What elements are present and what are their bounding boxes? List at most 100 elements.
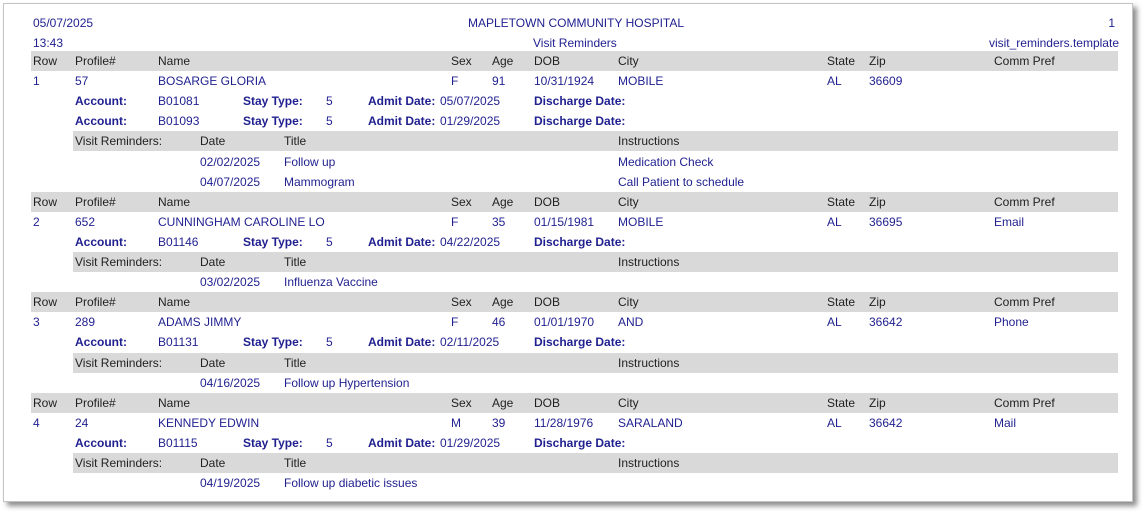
patient-zip: 36695 (869, 214, 903, 229)
reminder-title: Follow up diabetic issues (284, 476, 418, 491)
column-header-band (31, 292, 1118, 313)
col-header-profile: Profile# (75, 395, 116, 410)
patient-dob: 01/15/1981 (534, 214, 595, 229)
page-number: 1 (1108, 16, 1115, 30)
patient-name: BOSARGE GLORIA (158, 74, 267, 89)
stay-type-label: Stay Type: (243, 335, 303, 350)
admit-date-value: 02/11/2025 (440, 335, 500, 350)
col-header-zip: Zip (869, 395, 886, 410)
column-header-band (31, 51, 1118, 71)
col-header-dob: DOB (534, 395, 561, 410)
column-header-band (31, 392, 1118, 413)
discharge-date-label: Discharge Date: (534, 94, 626, 109)
report-date: 05/07/2025 (33, 16, 94, 30)
discharge-date-label: Discharge Date: (534, 335, 626, 350)
patient-sex: F (451, 74, 459, 89)
patient-age: 46 (492, 315, 506, 330)
stay-type-value: 5 (326, 335, 333, 350)
col-header-comm-pref: Comm Pref (994, 194, 1055, 209)
patient-dob: 10/31/1924 (534, 74, 595, 89)
patient-row-number: 4 (33, 415, 40, 430)
col-header-city: City (618, 194, 639, 209)
patient-profile: 57 (75, 74, 89, 89)
patient-name: KENNEDY EDWIN (158, 415, 260, 430)
col-header-state: State (827, 395, 856, 410)
col-header-name: Name (158, 54, 191, 68)
patient-row-number: 3 (33, 315, 40, 330)
reminder-date-header: Date (200, 255, 226, 269)
col-header-zip: Zip (869, 54, 886, 68)
patient-name: ADAMS JIMMY (158, 315, 242, 330)
patient-name: CUNNINGHAM CAROLINE LO (158, 214, 325, 229)
patient-dob: 01/01/1970 (534, 315, 595, 330)
reminder-date-header: Date (200, 134, 226, 149)
col-header-comm-pref: Comm Pref (994, 54, 1055, 68)
patient-city: MOBILE (618, 74, 664, 89)
col-header-dob: DOB (534, 54, 561, 68)
reminder-title-header: Title (284, 355, 307, 370)
reminder-date: 02/02/2025 (200, 154, 261, 169)
account-label: Account: (75, 335, 127, 350)
discharge-date-label: Discharge Date: (534, 234, 626, 249)
admit-date-value: 01/29/2025 (440, 435, 501, 450)
patient-city: MOBILE (618, 214, 664, 229)
reminder-title-header: Title (284, 456, 307, 470)
patient-sex: F (451, 214, 459, 229)
patient-profile: 24 (75, 415, 89, 430)
template-name: visit_reminders.template (988, 36, 1119, 50)
reminder-title: Follow up (284, 154, 336, 169)
reminder-title-header: Title (284, 255, 307, 269)
col-header-name: Name (158, 295, 191, 310)
admit-date-label: Admit Date: (368, 234, 436, 249)
col-header-profile: Profile# (75, 295, 116, 310)
patient-row-number: 1 (33, 74, 40, 89)
col-header-row: Row (33, 295, 58, 310)
hospital-name: MAPLETOWN COMMUNITY HOSPITAL (468, 16, 685, 30)
patient-profile: 652 (75, 214, 96, 229)
reminder-instructions: Call Patient to schedule (618, 174, 745, 189)
admit-date-value: 04/22/2025 (440, 234, 501, 249)
patient-profile: 289 (75, 315, 96, 330)
col-header-age: Age (492, 194, 514, 209)
stay-type-value: 5 (326, 114, 333, 129)
reminder-date-header: Date (200, 456, 226, 470)
reminder-date: 04/16/2025 (200, 375, 261, 390)
reminder-instr-header: Instructions (618, 134, 680, 149)
col-header-city: City (618, 295, 639, 310)
stay-type-value: 5 (326, 435, 333, 450)
report-sheet: 05/07/2025 13:43 MAPLETOWN COMMUNITY HOS… (3, 3, 1133, 502)
account-label: Account: (75, 114, 127, 129)
admit-date-value: 01/29/2025 (440, 114, 501, 129)
col-header-profile: Profile# (75, 194, 116, 209)
reminder-title: Mammogram (284, 174, 355, 189)
col-header-dob: DOB (534, 194, 561, 209)
account-number: B01115 (158, 435, 198, 450)
reminder-date: 04/19/2025 (200, 476, 261, 491)
col-header-name: Name (158, 194, 191, 209)
patient-sex: F (451, 315, 459, 330)
patient-comm-pref: Phone (994, 315, 1029, 330)
account-number: B01093 (158, 114, 200, 129)
visit-reminders-label: Visit Reminders: (75, 355, 163, 370)
reminder-title: Follow up Hypertension (284, 375, 410, 390)
reminder-instr-header: Instructions (618, 456, 680, 470)
col-header-name: Name (158, 395, 191, 410)
account-number: B01081 (158, 94, 200, 109)
patient-comm-pref: Email (994, 214, 1025, 229)
reminder-date-header: Date (200, 355, 226, 370)
patient-sex: M (451, 415, 461, 430)
visit-reminders-label: Visit Reminders: (75, 456, 163, 470)
col-header-state: State (827, 194, 856, 209)
patient-zip: 36642 (869, 315, 903, 330)
admit-date-label: Admit Date: (368, 94, 436, 109)
patient-state: AL (827, 315, 842, 330)
stay-type-label: Stay Type: (243, 435, 303, 450)
col-header-age: Age (492, 295, 514, 310)
patient-dob: 11/28/1976 (534, 415, 594, 430)
discharge-date-label: Discharge Date: (534, 435, 626, 450)
patient-state: AL (827, 214, 842, 229)
stay-type-label: Stay Type: (243, 114, 303, 129)
account-label: Account: (75, 234, 127, 249)
col-header-zip: Zip (869, 194, 886, 209)
col-header-city: City (618, 395, 639, 410)
